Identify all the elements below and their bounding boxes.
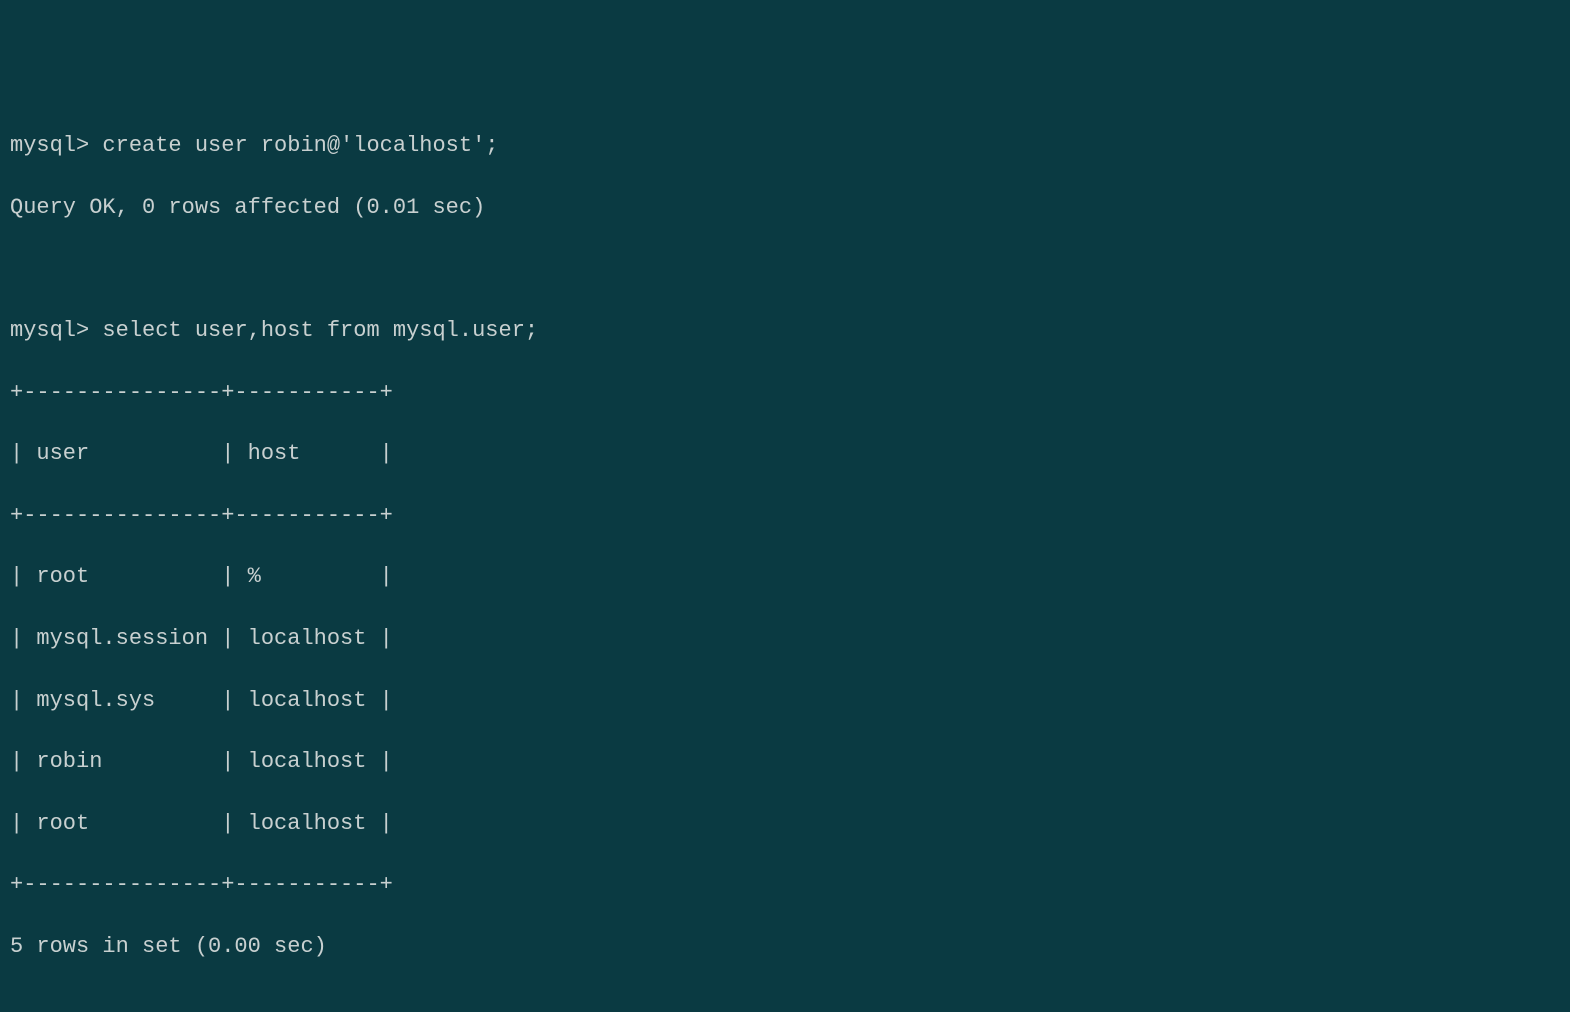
table-row: | root | localhost | [10,809,1560,840]
mysql-prompt: mysql> [10,318,89,343]
table-row: | mysql.sys | localhost | [10,686,1560,717]
table-row: | robin | localhost | [10,747,1560,778]
query-result-2: 5 rows in set (0.00 sec) [10,932,1560,963]
command-text: create user robin@'localhost'; [102,133,498,158]
table-row: | root | % | [10,562,1560,593]
blank-line [10,254,1560,285]
table-border-mid: +---------------+-----------+ [10,501,1560,532]
query-result-1: Query OK, 0 rows affected (0.01 sec) [10,193,1560,224]
mysql-prompt: mysql> [10,133,89,158]
table-border-bot: +---------------+-----------+ [10,870,1560,901]
command-line-2[interactable]: mysql> select user,host from mysql.user; [10,316,1560,347]
table-row: | mysql.session | localhost | [10,624,1560,655]
command-line-1[interactable]: mysql> create user robin@'localhost'; [10,131,1560,162]
table-header: | user | host | [10,439,1560,470]
table-border-top: +---------------+-----------+ [10,378,1560,409]
command-text: select user,host from mysql.user; [102,318,538,343]
